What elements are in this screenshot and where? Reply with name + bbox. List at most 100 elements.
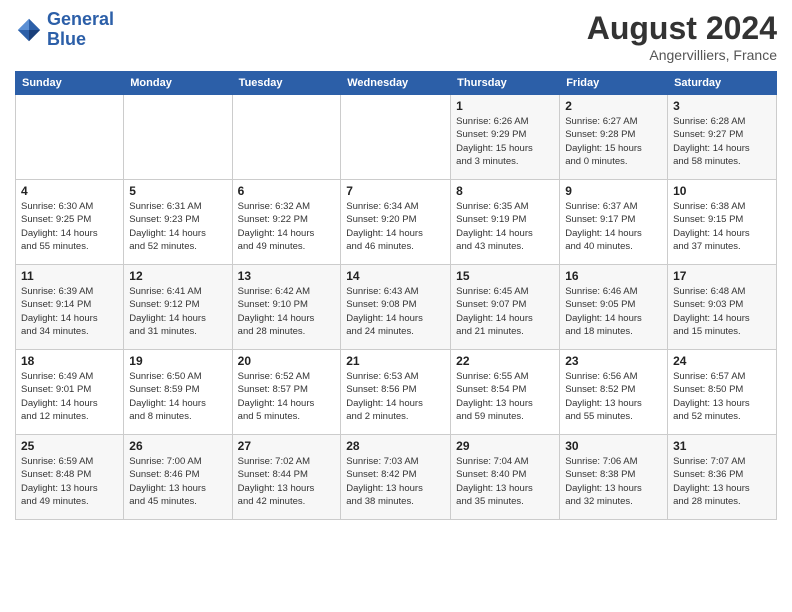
- day-info: Sunrise: 6:43 AM Sunset: 9:08 PM Dayligh…: [346, 285, 445, 338]
- day-info: Sunrise: 6:56 AM Sunset: 8:52 PM Dayligh…: [565, 370, 662, 423]
- day-info: Sunrise: 6:35 AM Sunset: 9:19 PM Dayligh…: [456, 200, 554, 253]
- day-info: Sunrise: 6:28 AM Sunset: 9:27 PM Dayligh…: [673, 115, 771, 168]
- day-info: Sunrise: 6:52 AM Sunset: 8:57 PM Dayligh…: [238, 370, 336, 423]
- day-cell: 4 Sunrise: 6:30 AM Sunset: 9:25 PM Daylig…: [16, 180, 124, 265]
- logo: General Blue: [15, 10, 114, 50]
- day-number: 21: [346, 354, 445, 368]
- day-cell: [124, 95, 232, 180]
- day-number: 10: [673, 184, 771, 198]
- day-info: Sunrise: 6:30 AM Sunset: 9:25 PM Dayligh…: [21, 200, 118, 253]
- day-number: 1: [456, 99, 554, 113]
- day-info: Sunrise: 6:59 AM Sunset: 8:48 PM Dayligh…: [21, 455, 118, 508]
- day-number: 26: [129, 439, 226, 453]
- day-cell: 2Sunrise: 6:27 AM Sunset: 9:28 PM Daylig…: [560, 95, 668, 180]
- day-header-wednesday: Wednesday: [341, 72, 451, 95]
- logo-text: General Blue: [47, 10, 114, 50]
- day-info: Sunrise: 7:00 AM Sunset: 8:46 PM Dayligh…: [129, 455, 226, 508]
- day-info: Sunrise: 6:41 AM Sunset: 9:12 PM Dayligh…: [129, 285, 226, 338]
- day-info: Sunrise: 6:39 AM Sunset: 9:14 PM Dayligh…: [21, 285, 118, 338]
- day-header-monday: Monday: [124, 72, 232, 95]
- day-number: 22: [456, 354, 554, 368]
- day-cell: 16Sunrise: 6:46 AM Sunset: 9:05 PM Dayli…: [560, 265, 668, 350]
- day-info: Sunrise: 6:48 AM Sunset: 9:03 PM Dayligh…: [673, 285, 771, 338]
- day-info: Sunrise: 6:26 AM Sunset: 9:29 PM Dayligh…: [456, 115, 554, 168]
- day-info: Sunrise: 6:49 AM Sunset: 9:01 PM Dayligh…: [21, 370, 118, 423]
- day-cell: 21Sunrise: 6:53 AM Sunset: 8:56 PM Dayli…: [341, 350, 451, 435]
- day-info: Sunrise: 6:42 AM Sunset: 9:10 PM Dayligh…: [238, 285, 336, 338]
- day-cell: 1 Sunrise: 6:26 AM Sunset: 9:29 PM Daylig…: [451, 95, 560, 180]
- day-info: Sunrise: 6:37 AM Sunset: 9:17 PM Dayligh…: [565, 200, 662, 253]
- month-year: August 2024: [587, 10, 777, 47]
- day-info: Sunrise: 6:27 AM Sunset: 9:28 PM Dayligh…: [565, 115, 662, 168]
- day-number: 7: [346, 184, 445, 198]
- header-row: SundayMondayTuesdayWednesdayThursdayFrid…: [16, 72, 777, 95]
- week-row-5: 25Sunrise: 6:59 AM Sunset: 8:48 PM Dayli…: [16, 435, 777, 520]
- day-number: 24: [673, 354, 771, 368]
- day-cell: 27Sunrise: 7:02 AM Sunset: 8:44 PM Dayli…: [232, 435, 341, 520]
- day-info: Sunrise: 6:31 AM Sunset: 9:23 PM Dayligh…: [129, 200, 226, 253]
- day-cell: 30Sunrise: 7:06 AM Sunset: 8:38 PM Dayli…: [560, 435, 668, 520]
- day-info: Sunrise: 7:07 AM Sunset: 8:36 PM Dayligh…: [673, 455, 771, 508]
- day-number: 18: [21, 354, 118, 368]
- day-info: Sunrise: 7:03 AM Sunset: 8:42 PM Dayligh…: [346, 455, 445, 508]
- day-number: 20: [238, 354, 336, 368]
- day-cell: 9 Sunrise: 6:37 AM Sunset: 9:17 PM Daylig…: [560, 180, 668, 265]
- day-cell: [232, 95, 341, 180]
- day-cell: 31Sunrise: 7:07 AM Sunset: 8:36 PM Dayli…: [668, 435, 777, 520]
- day-info: Sunrise: 6:34 AM Sunset: 9:20 PM Dayligh…: [346, 200, 445, 253]
- day-number: 29: [456, 439, 554, 453]
- day-cell: 24 Sunrise: 6:57 AM Sunset: 8:50 PM Dayli…: [668, 350, 777, 435]
- page-header: General Blue August 2024 Angervilliers, …: [15, 10, 777, 63]
- day-cell: 10Sunrise: 6:38 AM Sunset: 9:15 PM Dayli…: [668, 180, 777, 265]
- day-number: 5: [129, 184, 226, 198]
- day-cell: 15 Sunrise: 6:45 AM Sunset: 9:07 PM Dayli…: [451, 265, 560, 350]
- day-cell: 26 Sunrise: 7:00 AM Sunset: 8:46 PM Dayli…: [124, 435, 232, 520]
- day-cell: 3 Sunrise: 6:28 AM Sunset: 9:27 PM Daylig…: [668, 95, 777, 180]
- day-number: 13: [238, 269, 336, 283]
- logo-icon: [15, 16, 43, 44]
- day-number: 9: [565, 184, 662, 198]
- day-number: 16: [565, 269, 662, 283]
- day-number: 3: [673, 99, 771, 113]
- day-cell: 17 Sunrise: 6:48 AM Sunset: 9:03 PM Dayli…: [668, 265, 777, 350]
- day-number: 17: [673, 269, 771, 283]
- day-cell: 19 Sunrise: 6:50 AM Sunset: 8:59 PM Dayli…: [124, 350, 232, 435]
- week-row-3: 11 Sunrise: 6:39 AM Sunset: 9:14 PM Dayli…: [16, 265, 777, 350]
- day-number: 27: [238, 439, 336, 453]
- calendar-table: SundayMondayTuesdayWednesdayThursdayFrid…: [15, 71, 777, 520]
- day-number: 28: [346, 439, 445, 453]
- day-cell: [16, 95, 124, 180]
- title-area: August 2024 Angervilliers, France: [587, 10, 777, 63]
- day-number: 30: [565, 439, 662, 453]
- day-info: Sunrise: 6:32 AM Sunset: 9:22 PM Dayligh…: [238, 200, 336, 253]
- day-number: 14: [346, 269, 445, 283]
- day-cell: 23Sunrise: 6:56 AM Sunset: 8:52 PM Dayli…: [560, 350, 668, 435]
- day-number: 4: [21, 184, 118, 198]
- day-cell: 11 Sunrise: 6:39 AM Sunset: 9:14 PM Dayli…: [16, 265, 124, 350]
- day-cell: [341, 95, 451, 180]
- day-number: 6: [238, 184, 336, 198]
- day-cell: 20 Sunrise: 6:52 AM Sunset: 8:57 PM Dayli…: [232, 350, 341, 435]
- day-cell: 22Sunrise: 6:55 AM Sunset: 8:54 PM Dayli…: [451, 350, 560, 435]
- day-cell: 25Sunrise: 6:59 AM Sunset: 8:48 PM Dayli…: [16, 435, 124, 520]
- day-info: Sunrise: 6:57 AM Sunset: 8:50 PM Dayligh…: [673, 370, 771, 423]
- location: Angervilliers, France: [587, 47, 777, 63]
- day-number: 8: [456, 184, 554, 198]
- week-row-2: 4 Sunrise: 6:30 AM Sunset: 9:25 PM Daylig…: [16, 180, 777, 265]
- day-cell: 14 Sunrise: 6:43 AM Sunset: 9:08 PM Dayli…: [341, 265, 451, 350]
- week-row-4: 18 Sunrise: 6:49 AM Sunset: 9:01 PM Dayli…: [16, 350, 777, 435]
- day-info: Sunrise: 7:04 AM Sunset: 8:40 PM Dayligh…: [456, 455, 554, 508]
- day-cell: 13 Sunrise: 6:42 AM Sunset: 9:10 PM Dayli…: [232, 265, 341, 350]
- day-cell: 6 Sunrise: 6:32 AM Sunset: 9:22 PM Daylig…: [232, 180, 341, 265]
- day-header-sunday: Sunday: [16, 72, 124, 95]
- day-cell: 29 Sunrise: 7:04 AM Sunset: 8:40 PM Dayli…: [451, 435, 560, 520]
- day-cell: 18 Sunrise: 6:49 AM Sunset: 9:01 PM Dayli…: [16, 350, 124, 435]
- day-number: 11: [21, 269, 118, 283]
- day-cell: 7 Sunrise: 6:34 AM Sunset: 9:20 PM Daylig…: [341, 180, 451, 265]
- day-info: Sunrise: 6:45 AM Sunset: 9:07 PM Dayligh…: [456, 285, 554, 338]
- day-number: 15: [456, 269, 554, 283]
- day-cell: 8 Sunrise: 6:35 AM Sunset: 9:19 PM Daylig…: [451, 180, 560, 265]
- day-info: Sunrise: 6:50 AM Sunset: 8:59 PM Dayligh…: [129, 370, 226, 423]
- day-number: 19: [129, 354, 226, 368]
- day-header-tuesday: Tuesday: [232, 72, 341, 95]
